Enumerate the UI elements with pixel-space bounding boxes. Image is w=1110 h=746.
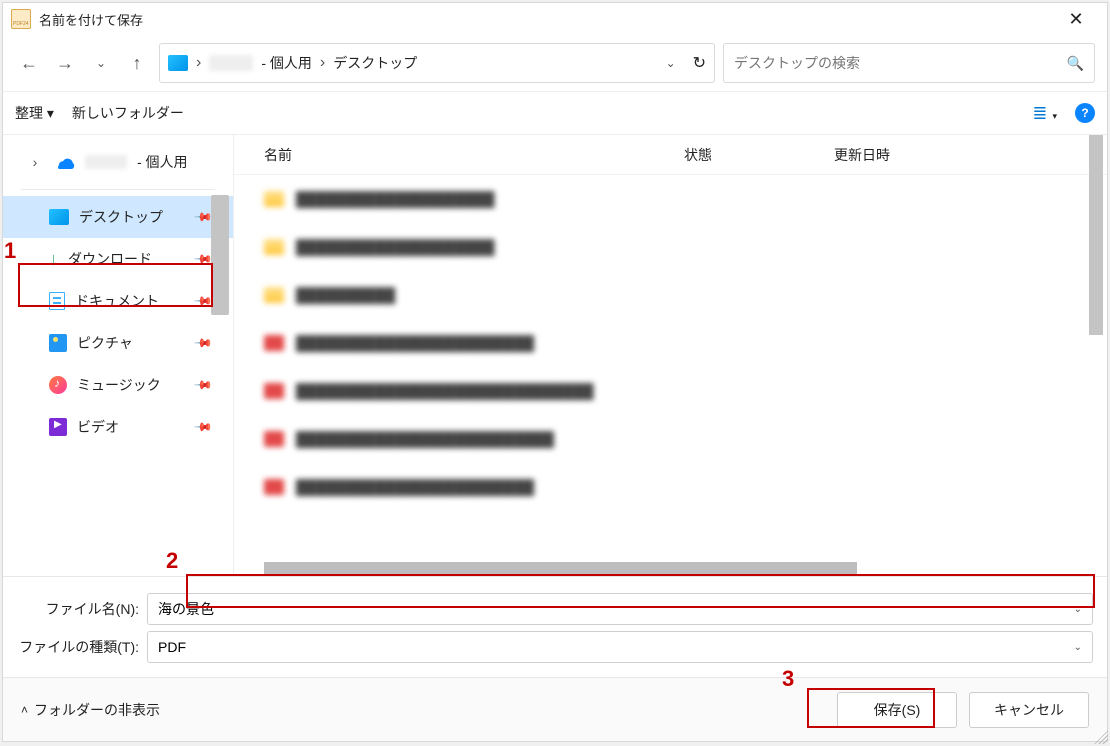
help-button[interactable]: ? xyxy=(1075,103,1095,123)
breadcrumb-user-suffix[interactable]: - 個人用 xyxy=(261,53,312,73)
vertical-scrollbar[interactable] xyxy=(1089,135,1103,335)
videos-icon xyxy=(49,418,67,436)
sidebar-item-music[interactable]: ミュージック 📌 xyxy=(3,364,233,406)
filetype-field[interactable]: PDF ⌄ xyxy=(147,631,1093,663)
sidebar-item-label: ドキュメント xyxy=(75,291,159,311)
recent-locations-button[interactable]: ⌄ xyxy=(87,49,115,77)
sidebar-item-downloads[interactable]: ↓ ダウンロード 📌 xyxy=(3,238,233,280)
file-row[interactable]: ████████████████████████ xyxy=(234,463,1089,511)
file-list[interactable]: ████████████████████ ███████████████████… xyxy=(234,175,1089,560)
sidebar-item-documents[interactable]: ドキュメント 📌 xyxy=(3,280,233,322)
hide-folders-label: フォルダーの非表示 xyxy=(34,700,160,720)
navigation-bar: ← → ⌄ ↑ › - 個人用 › デスクトップ ⌄ ↻ 🔍 xyxy=(3,35,1107,91)
file-icon xyxy=(264,431,284,447)
horizontal-scrollbar[interactable] xyxy=(264,562,857,576)
forward-button[interactable]: → xyxy=(51,49,79,77)
sidebar-item-videos[interactable]: ビデオ 📌 xyxy=(3,406,233,448)
view-mode-button[interactable]: ≣ ▾ xyxy=(1032,103,1057,124)
breadcrumb-separator-icon: › xyxy=(196,54,201,72)
filename-field[interactable]: 海の景色 ⌄ xyxy=(147,593,1093,625)
pin-icon[interactable]: 📌 xyxy=(193,333,213,353)
search-box[interactable]: 🔍 xyxy=(723,43,1095,83)
breadcrumb-desktop[interactable]: デスクトップ xyxy=(333,53,417,73)
filename-input[interactable]: 海の景色 xyxy=(158,599,1074,619)
downloads-icon: ↓ xyxy=(49,249,58,270)
file-icon xyxy=(264,479,284,495)
save-button[interactable]: 保存(S) xyxy=(837,692,957,728)
navigation-pane: › - 個人用 デスクトップ 📌 ↓ ダウンロード 📌 ドキュメント 📌 xyxy=(3,135,233,576)
file-row[interactable]: ██████████████████████████████ xyxy=(234,367,1089,415)
onedrive-icon xyxy=(53,155,75,169)
sidebar-item-label: ミュージック xyxy=(77,375,161,395)
file-row[interactable]: ████████████████████ xyxy=(234,223,1089,271)
location-icon xyxy=(168,55,188,71)
column-headers: ˄ 名前 状態 更新日時 xyxy=(234,135,1107,175)
app-icon xyxy=(11,9,31,29)
pictures-icon xyxy=(49,334,67,352)
column-date[interactable]: 更新日時 xyxy=(834,145,1014,165)
filetype-select[interactable]: PDF xyxy=(158,639,1074,655)
pin-icon[interactable]: 📌 xyxy=(193,417,213,437)
expand-icon[interactable]: › xyxy=(27,154,43,170)
address-bar[interactable]: › - 個人用 › デスクトップ ⌄ ↻ xyxy=(159,43,715,83)
organize-menu[interactable]: 整理 ▾ xyxy=(15,103,54,123)
file-icon xyxy=(264,383,284,399)
sidebar-item-label: ピクチャ xyxy=(77,333,133,353)
title-bar: 名前を付けて保存 ✕ xyxy=(3,3,1107,35)
file-icon xyxy=(264,335,284,351)
chevron-down-icon[interactable]: ⌄ xyxy=(1074,642,1082,653)
sidebar-item-label: ビデオ xyxy=(77,417,119,437)
resize-grip[interactable] xyxy=(1094,730,1108,744)
sidebar-item-onedrive[interactable]: › - 個人用 xyxy=(3,141,233,183)
column-name[interactable]: 名前 xyxy=(264,145,684,165)
search-input[interactable] xyxy=(734,55,1067,71)
sidebar-item-desktop[interactable]: デスクトップ 📌 xyxy=(3,196,233,238)
file-row[interactable]: ██████████████████████████ xyxy=(234,415,1089,463)
new-folder-button[interactable]: 新しいフォルダー xyxy=(72,103,184,123)
save-form: ファイル名(N): 海の景色 ⌄ ファイルの種類(T): PDF ⌄ xyxy=(3,576,1107,677)
folder-icon xyxy=(264,191,284,207)
up-button[interactable]: ↑ xyxy=(123,49,151,77)
file-row[interactable]: ████████████████████ xyxy=(234,175,1089,223)
file-list-pane: ˄ 名前 状態 更新日時 ████████████████████ ██████… xyxy=(233,135,1107,576)
dialog-footer: ˄ フォルダーの非表示 保存(S) キャンセル xyxy=(3,677,1107,741)
search-icon[interactable]: 🔍 xyxy=(1067,55,1084,72)
sidebar-scrollbar[interactable] xyxy=(211,195,229,315)
pin-icon[interactable]: 📌 xyxy=(193,375,213,395)
address-dropdown-button[interactable]: ⌄ xyxy=(657,49,685,77)
window-title: 名前を付けて保存 xyxy=(39,10,143,29)
sidebar-item-label: デスクトップ xyxy=(79,207,163,227)
filetype-label: ファイルの種類(T): xyxy=(17,637,147,657)
chevron-up-icon: ˄ xyxy=(21,703,28,717)
music-icon xyxy=(49,376,67,394)
documents-icon xyxy=(49,292,65,310)
close-button[interactable]: ✕ xyxy=(1053,3,1099,35)
sidebar-item-label: ダウンロード xyxy=(68,249,152,269)
breadcrumb-separator-icon: › xyxy=(320,54,325,72)
column-state[interactable]: 状態 xyxy=(684,145,834,165)
file-row[interactable]: ████████████████████████ xyxy=(234,319,1089,367)
refresh-button[interactable]: ↻ xyxy=(693,53,706,73)
back-button[interactable]: ← xyxy=(15,49,43,77)
folder-icon xyxy=(264,287,284,303)
breadcrumb-user[interactable] xyxy=(209,55,253,71)
sidebar-item-pictures[interactable]: ピクチャ 📌 xyxy=(3,322,233,364)
filename-label: ファイル名(N): xyxy=(17,599,147,619)
desktop-icon xyxy=(49,209,69,225)
sidebar-user-name xyxy=(85,155,127,169)
sidebar-divider xyxy=(21,189,215,190)
folder-icon xyxy=(264,239,284,255)
sidebar-onedrive-suffix: - 個人用 xyxy=(137,152,188,172)
cancel-button[interactable]: キャンセル xyxy=(969,692,1089,728)
chevron-down-icon[interactable]: ⌄ xyxy=(1074,604,1082,615)
file-row[interactable]: ██████████ xyxy=(234,271,1089,319)
command-bar: 整理 ▾ 新しいフォルダー ≣ ▾ ? xyxy=(3,91,1107,135)
hide-folders-toggle[interactable]: ˄ フォルダーの非表示 xyxy=(21,700,160,720)
